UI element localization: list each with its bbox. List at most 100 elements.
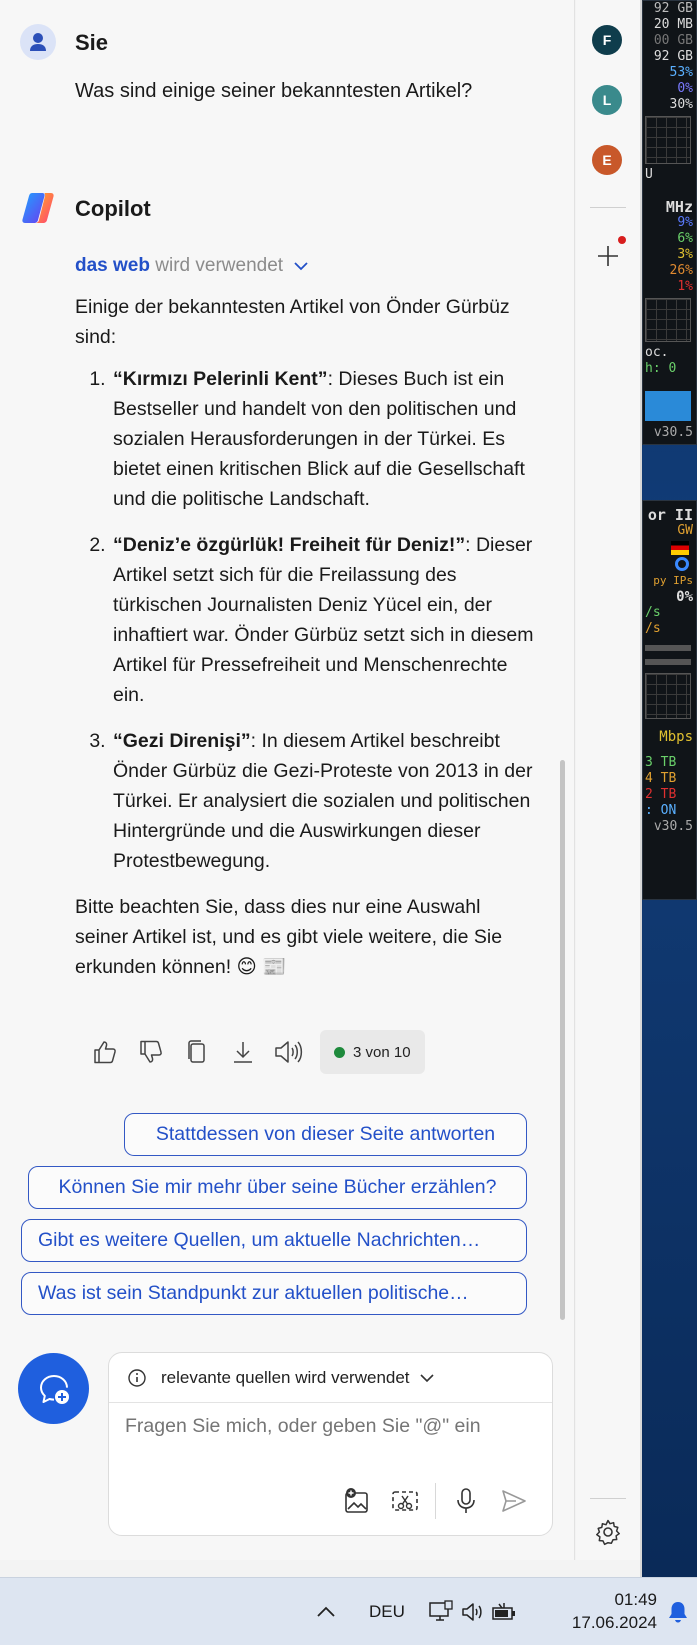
gadget-text: GW	[677, 523, 693, 538]
gadget-text: 92 GB	[653, 49, 693, 64]
thumbs-up-icon	[94, 1041, 116, 1064]
user-icon	[20, 24, 56, 60]
article-title: “Deniz’e özgürlük! Freiheit für Deniz!”	[113, 534, 466, 556]
mode-label: relevante quellen wird verwendet	[161, 1367, 410, 1387]
add-image-icon	[345, 1488, 368, 1513]
send-button[interactable]	[490, 1481, 538, 1521]
gadget-text: 92 GB	[653, 1, 693, 16]
gadget-text: 9%	[677, 215, 693, 230]
suggestion-chip[interactable]: Was ist sein Standpunkt zur aktuellen po…	[21, 1272, 527, 1315]
gadget-text: 20 MB	[653, 17, 693, 32]
gadget-text: 3 TB	[645, 755, 677, 770]
list-item: “Kırmızı Pelerinli Kent”: Dieses Buch is…	[111, 364, 535, 514]
copy-button[interactable]	[174, 1031, 220, 1073]
list-item: “Deniz’e özgürlük! Freiheit für Deniz!”:…	[111, 530, 535, 710]
list-item: “Gezi Direnişi”: In diesem Artikel besch…	[111, 726, 535, 876]
copilot-author-name: Copilot	[75, 196, 151, 221]
read-aloud-button[interactable]	[266, 1031, 312, 1073]
suggestion-chip[interactable]: Können Sie mir mehr über seine Bücher er…	[28, 1166, 527, 1209]
gadget-text: oc.	[645, 345, 669, 360]
notifications-button[interactable]	[667, 1600, 689, 1629]
gadget-text: /s	[645, 605, 661, 620]
right-sidebar: F L E	[576, 0, 640, 1560]
chat-input[interactable]	[125, 1415, 535, 1438]
gadget-text: or II	[647, 506, 693, 524]
language-indicator[interactable]: DEU	[369, 1578, 405, 1645]
gadget-text: U	[645, 167, 653, 182]
gadget-text: : ON	[645, 803, 677, 818]
send-icon	[502, 1490, 526, 1512]
screenshot-button[interactable]	[381, 1481, 429, 1521]
gadget-buttons	[645, 391, 691, 421]
user-question: Was sind einige seiner bekanntesten Arti…	[75, 80, 473, 102]
bell-icon	[669, 1602, 687, 1623]
system-tray-icons[interactable]	[428, 1578, 518, 1645]
add-image-button[interactable]	[333, 1481, 381, 1521]
system-monitor-gadget-top: 92 GB 20 MB 00 GB 92 GB 53% 0% 30% U MHz…	[642, 0, 697, 445]
article-list: “Kırmızı Pelerinli Kent”: Dieses Buch is…	[111, 364, 535, 876]
plugin-avatar[interactable]: E	[592, 145, 622, 175]
network-icon	[675, 557, 689, 571]
article-description: : Dieser Artikel setzt sich für die Frei…	[113, 534, 534, 706]
gadget-text: Mbps	[659, 729, 693, 745]
add-plugin-button[interactable]	[594, 236, 626, 270]
new-topic-button[interactable]	[18, 1353, 89, 1424]
gadget-text: h: 0	[645, 361, 677, 376]
gadget-text: 6%	[677, 231, 693, 246]
suggestion-chip[interactable]: Gibt es weitere Quellen, um aktuelle Nac…	[21, 1219, 527, 1262]
clock-date: 17.06.2024	[571, 1613, 657, 1632]
chevron-down-icon	[294, 255, 308, 277]
taskbar: DEU 01:49 17.06.2024	[0, 1577, 697, 1645]
gadget-text: 30%	[669, 97, 693, 112]
sidebar-divider	[590, 1498, 626, 1499]
download-icon	[234, 1042, 252, 1063]
plus-icon	[598, 246, 618, 266]
copilot-window: Sie Was sind einige seiner bekanntesten …	[0, 0, 642, 1577]
plugin-avatar[interactable]: F	[592, 25, 622, 55]
clock-time: 01:49	[614, 1590, 657, 1609]
user-avatar	[20, 24, 56, 60]
gadget-text: 1%	[677, 279, 693, 294]
composer: relevante quellen wird verwendet	[108, 1352, 553, 1536]
user-author-name: Sie	[75, 30, 109, 55]
suggestion-chip[interactable]: Stattdessen von dieser Seite antworten	[124, 1113, 527, 1156]
new-chat-icon	[39, 1374, 69, 1404]
source-indicator[interactable]: das web wird verwendet	[75, 255, 308, 277]
gadget-text: 00 GB	[653, 33, 693, 48]
gadget-text: 0%	[676, 589, 693, 605]
screen-capture-icon	[392, 1491, 418, 1511]
speaker-icon	[275, 1041, 303, 1063]
show-hidden-icons-button[interactable]	[316, 1578, 336, 1645]
sidebar-divider	[590, 207, 626, 208]
gadget-text: 2 TB	[645, 787, 677, 802]
settings-button[interactable]	[594, 1518, 622, 1546]
gadget-text: 0%	[677, 81, 693, 96]
plugin-avatar[interactable]: L	[592, 85, 622, 115]
notification-dot-icon	[618, 236, 626, 244]
clock[interactable]: 01:49 17.06.2024	[572, 1588, 657, 1634]
flag-icon	[671, 541, 689, 555]
copilot-logo-icon	[20, 190, 56, 226]
copy-icon	[188, 1040, 205, 1063]
microphone-button[interactable]	[442, 1481, 490, 1521]
download-button[interactable]	[220, 1031, 266, 1073]
toolbar-divider	[435, 1483, 436, 1519]
gadget-text: v30.5	[653, 425, 693, 440]
response-counter-label: 3 von 10	[353, 1043, 411, 1061]
chat-panel: Sie Was sind einige seiner bekanntesten …	[0, 0, 575, 1560]
gadget-text: v30.5	[653, 819, 693, 834]
message-actions: 3 von 10	[82, 1030, 425, 1074]
gadget-bar	[645, 659, 691, 665]
volume-icon	[462, 1603, 482, 1621]
mode-selector[interactable]: relevante quellen wird verwendet	[109, 1353, 552, 1403]
copilot-answer: Einige der bekanntesten Artikel von Önde…	[75, 292, 535, 982]
gadget-graph	[645, 298, 691, 342]
response-counter-badge: 3 von 10	[320, 1030, 425, 1074]
chat-scrollbar[interactable]	[560, 760, 565, 1320]
composer-tools	[333, 1481, 538, 1521]
dislike-button[interactable]	[128, 1031, 174, 1073]
like-button[interactable]	[82, 1031, 128, 1073]
gadget-text: 3%	[677, 247, 693, 262]
battery-icon	[492, 1603, 515, 1620]
info-icon	[128, 1368, 146, 1387]
